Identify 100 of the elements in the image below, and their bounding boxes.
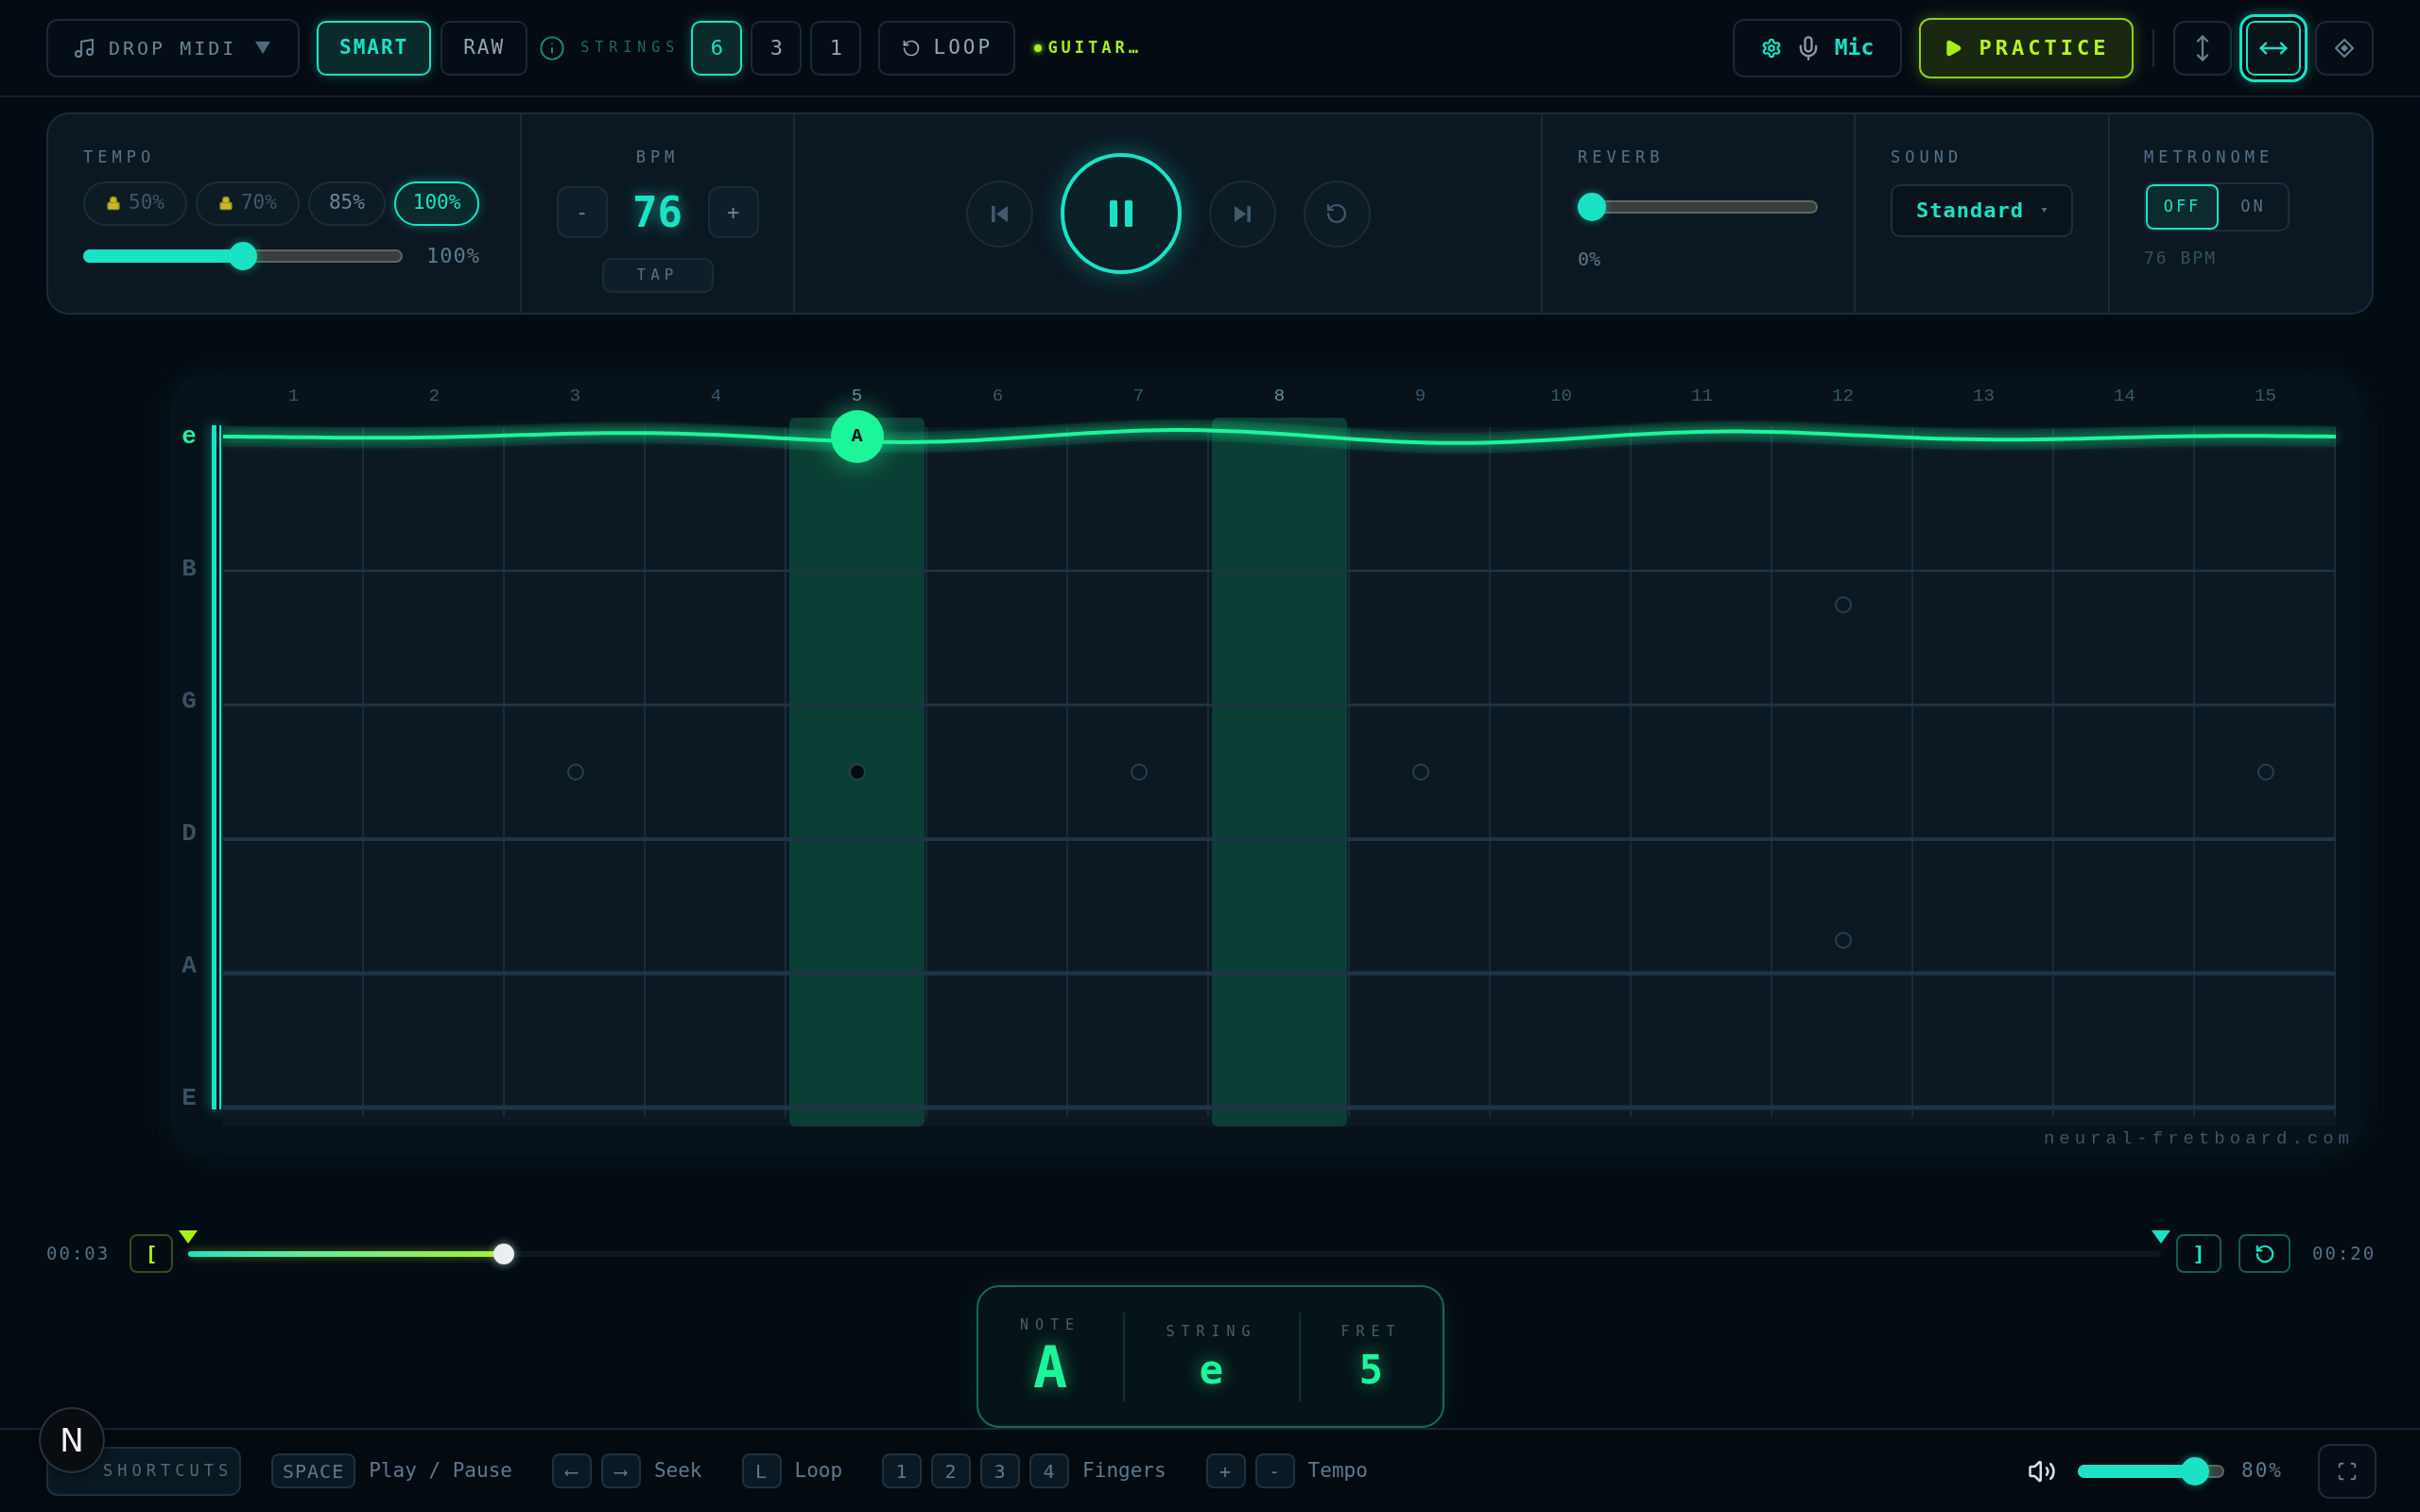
string-label: e: [181, 422, 198, 451]
shortcut-action: Seek: [653, 1457, 702, 1484]
bpm-increment-button[interactable]: +: [707, 186, 759, 238]
loop-end-marker-icon: [2152, 1229, 2170, 1244]
site-url-label: neural-fretboard.com: [2043, 1126, 2354, 1151]
loop-start-button[interactable]: [: [130, 1234, 173, 1273]
mode-tab[interactable]: RAW: [441, 20, 528, 76]
key-cap: 1: [882, 1453, 923, 1488]
lock-icon: [217, 196, 233, 211]
slider-thumb[interactable]: [1578, 192, 1606, 221]
fret-number: 4: [709, 384, 723, 408]
string-label: E: [181, 1084, 198, 1112]
total-time: 00:20: [2312, 1242, 2374, 1266]
reverb-slider[interactable]: [1578, 192, 1818, 221]
fret-number: 12: [1831, 384, 1855, 408]
mode-tab[interactable]: SMART: [317, 20, 432, 76]
volume-reading: 80%: [2241, 1457, 2283, 1484]
string-label: D: [181, 819, 198, 848]
lock-icon: [106, 196, 121, 211]
fret-marker-icon: [566, 764, 584, 781]
section-label: TEMPO: [83, 146, 157, 168]
bpm-decrement-button[interactable]: -: [556, 186, 608, 238]
metronome-toggle-option[interactable]: ON: [2219, 183, 2288, 230]
string-label: B: [181, 555, 198, 583]
practice-button[interactable]: PRACTICE: [1919, 17, 2134, 78]
fret-number: 6: [991, 384, 1005, 408]
fret-number: 11: [1690, 384, 1714, 408]
key-cap: -: [1254, 1453, 1295, 1488]
reverb-reading: 0%: [1578, 246, 1602, 272]
loop-button[interactable]: LOOP: [878, 20, 1016, 76]
tempo-preset-button[interactable]: 85%: [307, 180, 386, 226]
fret-marker-icon: [1130, 764, 1148, 781]
loop-reset-button[interactable]: [2238, 1234, 2290, 1273]
fret-marker-icon: [1834, 595, 1852, 613]
skip-forward-icon: [1234, 205, 1251, 222]
fret-number: 5: [850, 384, 864, 408]
reset-icon: [2254, 1243, 2275, 1264]
pause-button[interactable]: [1060, 153, 1182, 274]
string-label: G: [181, 687, 198, 715]
settings-icon: [1760, 37, 1782, 59]
key-cap: 3: [980, 1453, 1021, 1488]
fret-number: 15: [2254, 384, 2277, 408]
view-toggle-button[interactable]: [2239, 13, 2308, 82]
key-cap: ⟶: [600, 1453, 641, 1488]
view-toggle-button[interactable]: [2173, 20, 2232, 76]
loop-end-button[interactable]: ]: [2176, 1234, 2221, 1273]
timeline-thumb[interactable]: [493, 1243, 514, 1264]
view-toggle-button[interactable]: [2315, 20, 2374, 76]
key-cap: +: [1205, 1453, 1246, 1488]
drop-midi-button[interactable]: DROP MIDI: [46, 18, 300, 77]
key-cap: 2: [931, 1453, 972, 1488]
fret-marker-icon: [1834, 931, 1852, 949]
fullscreen-icon: [2337, 1460, 2358, 1482]
metronome-reading: 76 BPM: [2144, 246, 2219, 269]
mic-button[interactable]: Mic: [1733, 18, 1902, 77]
instrument-label: GUITAR…: [1047, 36, 1143, 59]
note-info-label: FRET: [1340, 1322, 1402, 1343]
music-note-icon: [73, 36, 95, 60]
fret-number: 9: [1413, 384, 1427, 408]
sound-select[interactable]: Standard: [1891, 183, 2073, 237]
string-count-button[interactable]: 6: [691, 20, 743, 76]
key-cap: ⟵: [551, 1453, 592, 1488]
note-info-label: NOTE: [1019, 1315, 1081, 1336]
caret-icon: [255, 42, 271, 54]
strings-label: STRINGS: [580, 38, 681, 59]
key-cap: SPACE: [271, 1453, 356, 1488]
shortcut-action: Tempo: [1307, 1457, 1368, 1484]
fret-number: 7: [1132, 384, 1146, 408]
fret-marker-icon: [1411, 764, 1429, 781]
shortcut-action: Play / Pause: [369, 1457, 512, 1484]
info-icon[interactable]: [539, 34, 566, 61]
elapsed-time: 00:03: [46, 1242, 112, 1266]
fret-number: 13: [1972, 384, 1996, 408]
tempo-reading: 100%: [426, 243, 480, 269]
fret-number: 8: [1272, 384, 1287, 408]
section-label: METRONOME: [2144, 146, 2275, 168]
fret-marker-icon: [2256, 764, 2274, 781]
note-info-value: A: [1032, 1335, 1068, 1399]
metronome-toggle-option[interactable]: OFF: [2146, 183, 2219, 230]
string-count-button[interactable]: 1: [810, 20, 862, 76]
section-label: REVERB: [1578, 146, 1666, 168]
pause-icon: [1109, 200, 1132, 227]
key-cap: 4: [1029, 1453, 1070, 1488]
tempo-preset-button[interactable]: 100%: [393, 180, 480, 226]
shortcut-action: Loop: [794, 1457, 843, 1484]
section-label: SOUND: [1891, 146, 1964, 168]
note-info-value: e: [1199, 1348, 1224, 1392]
loop-start-marker-icon: [179, 1229, 198, 1244]
string-label: A: [181, 952, 198, 980]
skip-back-icon: [991, 205, 1008, 222]
section-label: BPM: [635, 146, 680, 168]
note-info-label: STRING: [1166, 1322, 1257, 1343]
shortcut-action: Fingers: [1082, 1457, 1167, 1484]
diamond-icon: [2335, 38, 2354, 58]
restart-icon: [1325, 202, 1348, 225]
fret-number: 1: [286, 384, 301, 408]
caret-icon: [2041, 208, 2048, 213]
note-info-value: 5: [1358, 1348, 1384, 1392]
dev-tools-badge[interactable]: N: [39, 1407, 105, 1473]
string-count-button[interactable]: 3: [751, 20, 803, 76]
